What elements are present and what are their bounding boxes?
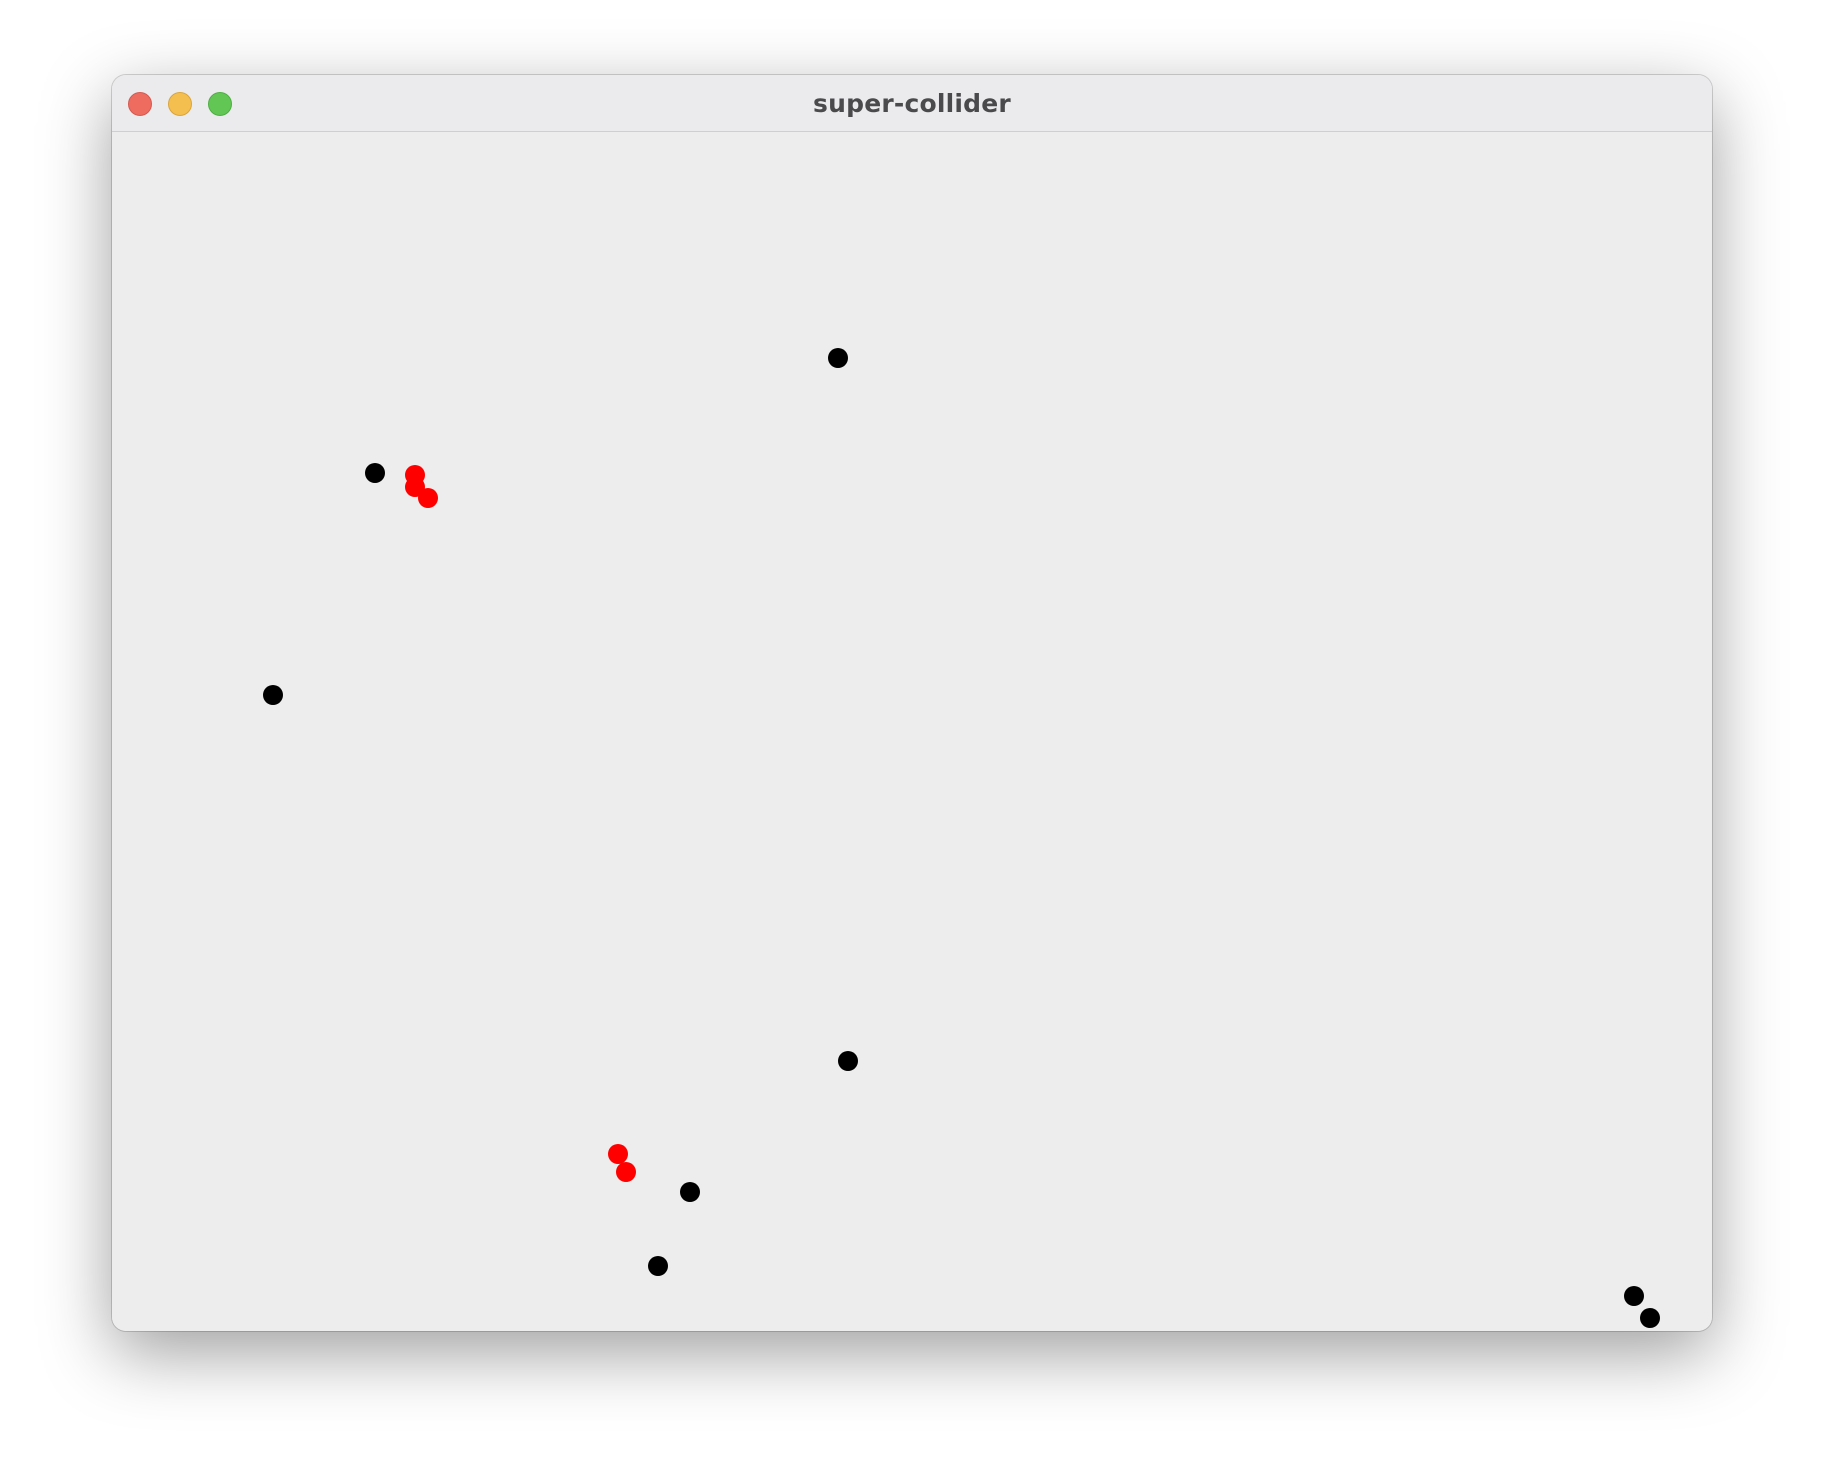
particle [263,685,283,705]
title-bar[interactable]: super-collider [112,75,1712,132]
app-window: super-collider [112,75,1712,1331]
particle [648,1256,668,1276]
particle-colliding [608,1144,628,1164]
particle [1640,1308,1660,1328]
particle [365,463,385,483]
particle [1624,1286,1644,1306]
particle-field [263,348,1660,1328]
simulation-canvas[interactable] [112,132,1712,1331]
particle-colliding [418,488,438,508]
particle [828,348,848,368]
particle [838,1051,858,1071]
particle-colliding [616,1162,636,1182]
particle [680,1182,700,1202]
window-title: super-collider [813,89,1011,118]
